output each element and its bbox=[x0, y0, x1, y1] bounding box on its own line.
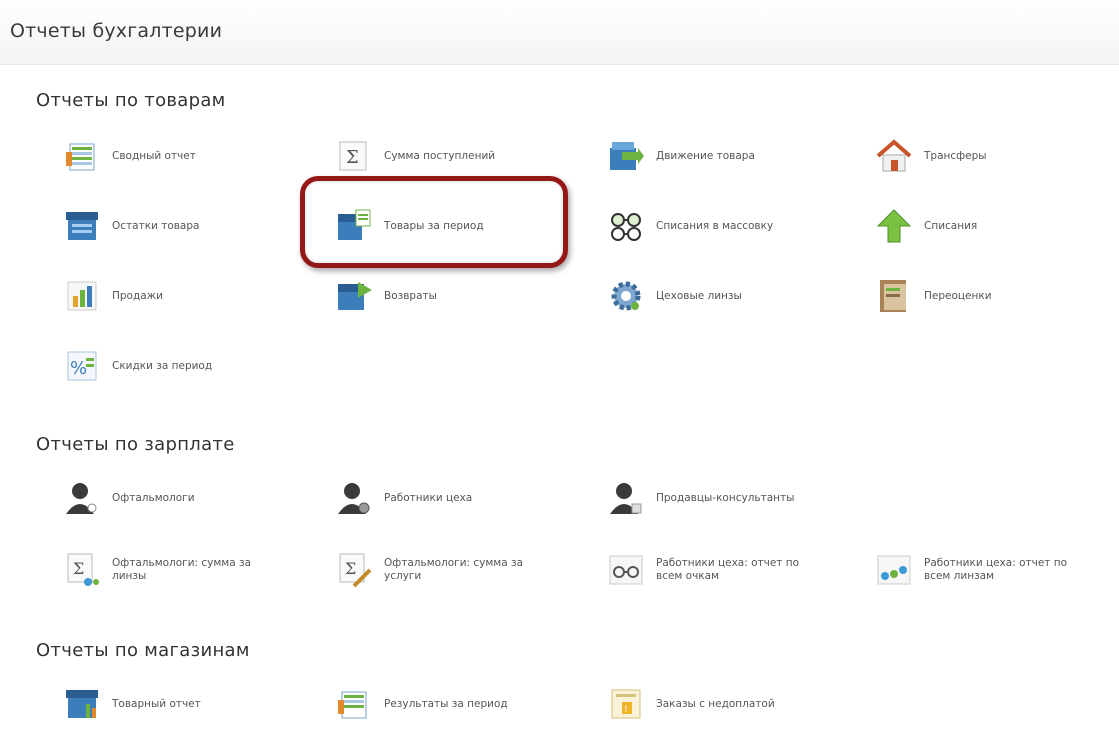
report-label: Переоценки bbox=[924, 289, 992, 302]
report-workshop-lenses-all[interactable]: Работники цеха: отчет по всем линзам bbox=[876, 548, 1084, 592]
house-transfer-icon bbox=[876, 138, 912, 174]
report-label: Работники цеха: отчет по всем линзам bbox=[924, 557, 1068, 582]
lenses-report-icon bbox=[876, 552, 912, 588]
report-income-sum[interactable]: Σ Сумма поступлений bbox=[336, 134, 495, 178]
report-transfers[interactable]: Трансферы bbox=[876, 134, 987, 178]
person-icon bbox=[608, 480, 644, 516]
sigma-tools-icon: Σ bbox=[336, 552, 372, 588]
report-label: Заказы с недоплатой bbox=[656, 697, 775, 710]
report-label: Возвраты bbox=[384, 289, 437, 302]
sigma-icon: Σ bbox=[336, 138, 372, 174]
report-label: Движение товара bbox=[656, 149, 755, 162]
section-title-salary: Отчеты по зарплате bbox=[36, 434, 235, 455]
report-period-results[interactable]: Результаты за период bbox=[336, 682, 508, 726]
svg-text:Σ: Σ bbox=[345, 559, 356, 578]
report-workshop-workers[interactable]: Работники цеха bbox=[336, 476, 472, 520]
report-workshop-lenses[interactable]: Цеховые линзы bbox=[608, 274, 742, 318]
report-writeoff-mass[interactable]: Списания в массовку bbox=[608, 204, 773, 248]
report-summary[interactable]: Сводный отчет bbox=[64, 134, 196, 178]
report-label: Сводный отчет bbox=[112, 149, 196, 162]
svg-text:!: ! bbox=[624, 705, 628, 715]
report-label: Списания bbox=[924, 219, 978, 232]
report-sales[interactable]: Продажи bbox=[64, 274, 163, 318]
report-revaluations[interactable]: Переоценки bbox=[876, 274, 992, 318]
person-icon bbox=[336, 480, 372, 516]
section-title-goods: Отчеты по товарам bbox=[36, 90, 226, 111]
up-arrow-icon bbox=[876, 208, 912, 244]
svg-text:Σ: Σ bbox=[73, 559, 84, 578]
report-writeoffs[interactable]: Списания bbox=[876, 204, 977, 248]
goods-report-icon bbox=[64, 686, 100, 722]
sales-chart-icon bbox=[64, 278, 100, 314]
report-sales-consultants[interactable]: Продавцы-консультанты bbox=[608, 476, 794, 520]
report-label: Трансферы bbox=[924, 149, 987, 162]
section-title-stores: Отчеты по магазинам bbox=[36, 640, 250, 661]
report-label: Офтальмологи: сумма за линзы bbox=[112, 557, 252, 582]
underpaid-orders-icon: ! bbox=[608, 686, 644, 722]
returns-icon bbox=[336, 278, 372, 314]
report-label: Остатки товара bbox=[112, 219, 200, 232]
sigma-lens-icon: Σ bbox=[64, 552, 100, 588]
discount-icon: % bbox=[64, 348, 100, 384]
report-goods-movement[interactable]: Движение товара bbox=[608, 134, 755, 178]
report-label: Скидки за период bbox=[112, 359, 213, 372]
report-goods-stock[interactable]: Остатки товара bbox=[64, 204, 199, 248]
report-label: Работники цеха bbox=[384, 491, 473, 504]
title-bar: Отчеты бухгалтерии bbox=[0, 0, 1119, 65]
report-ophth-services-sum[interactable]: Σ Офтальмологи: сумма за услуги bbox=[336, 548, 544, 592]
report-label: Цеховые линзы bbox=[656, 289, 742, 302]
goods-movement-icon bbox=[608, 138, 644, 174]
report-returns[interactable]: Возвраты bbox=[336, 274, 437, 318]
glasses-icon bbox=[608, 208, 644, 244]
svg-text:Σ: Σ bbox=[346, 147, 359, 168]
report-label: Офтальмологи bbox=[112, 491, 195, 504]
report-underpaid-orders[interactable]: ! Заказы с недоплатой bbox=[608, 682, 775, 726]
gear-icon bbox=[608, 278, 644, 314]
page-title: Отчеты бухгалтерии bbox=[10, 20, 223, 42]
report-workshop-glasses[interactable]: Работники цеха: отчет по всем очкам bbox=[608, 548, 816, 592]
report-label: Продавцы-консультанты bbox=[656, 491, 795, 504]
summary-report-icon bbox=[64, 138, 100, 174]
report-ophth-lens-sum[interactable]: Σ Офтальмологи: сумма за линзы bbox=[64, 548, 272, 592]
svg-text:%: % bbox=[70, 358, 87, 379]
report-label: Результаты за период bbox=[384, 697, 508, 710]
report-label: Сумма поступлений bbox=[384, 149, 496, 162]
report-label: Работники цеха: отчет по всем очкам bbox=[656, 557, 800, 582]
report-goods[interactable]: Товарный отчет bbox=[64, 682, 201, 726]
report-label: Офтальмологи: сумма за услуги bbox=[384, 557, 524, 582]
report-label: Продажи bbox=[112, 289, 163, 302]
report-ophthalmologists[interactable]: Офтальмологи bbox=[64, 476, 195, 520]
report-label: Списания в массовку bbox=[656, 219, 774, 232]
revaluation-icon bbox=[876, 278, 912, 314]
period-results-icon bbox=[336, 686, 372, 722]
report-discounts[interactable]: % Скидки за период bbox=[64, 344, 212, 388]
glasses-report-icon bbox=[608, 552, 644, 588]
person-icon bbox=[64, 480, 100, 516]
highlight-frame bbox=[300, 176, 568, 268]
report-label: Товарный отчет bbox=[112, 697, 201, 710]
goods-stock-icon bbox=[64, 208, 100, 244]
